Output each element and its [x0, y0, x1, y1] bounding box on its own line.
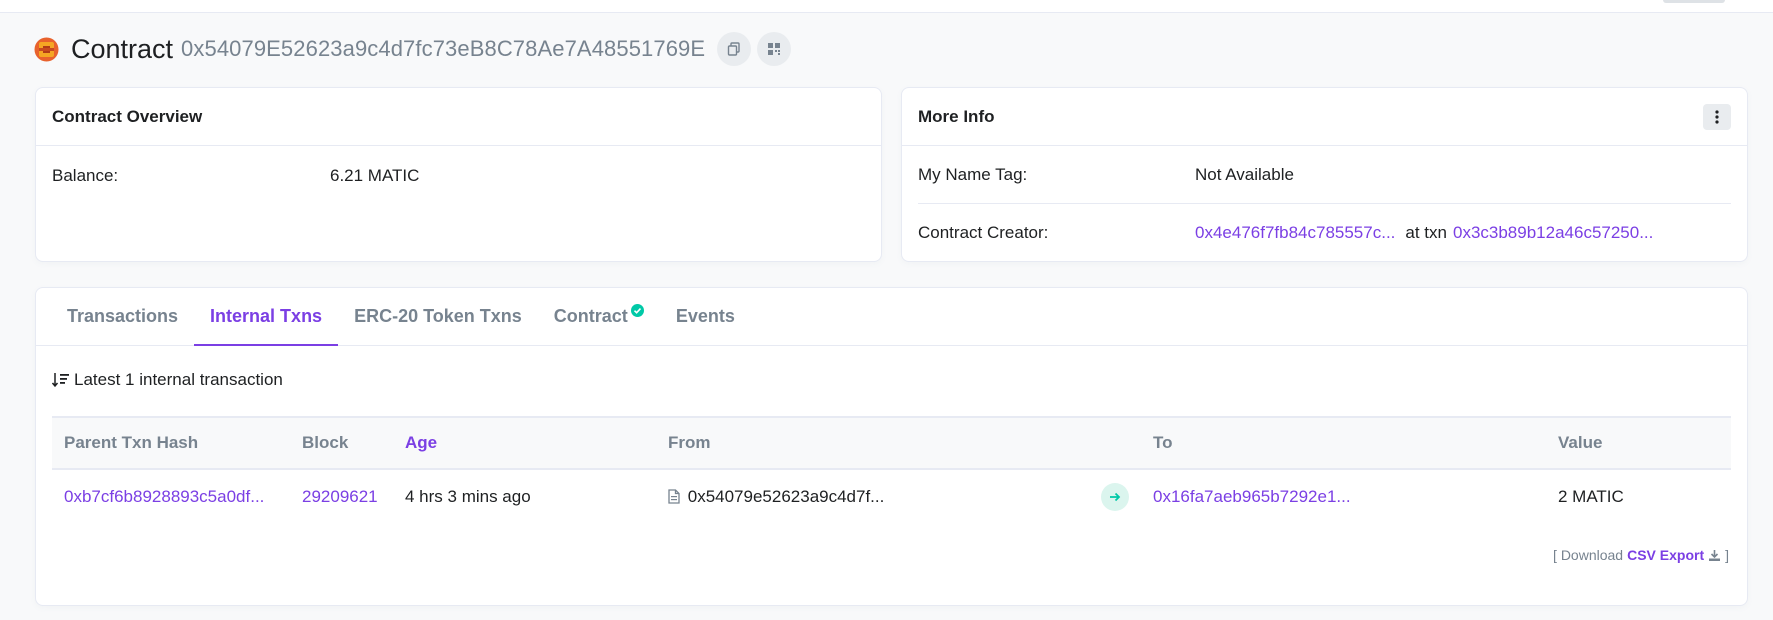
balance-value: 6.21 MATIC — [330, 166, 420, 185]
qr-code-button[interactable] — [757, 32, 792, 66]
card-title: More Info — [918, 106, 995, 126]
sort-descending-icon — [52, 373, 69, 388]
top-navbar — [0, 0, 1773, 13]
tab-label: Contract — [553, 306, 628, 326]
column-age[interactable]: Age — [393, 416, 656, 470]
column-to: To — [1141, 416, 1546, 470]
column-from: From — [656, 416, 1089, 470]
download-prefix: [ Download — [1553, 547, 1624, 563]
creator-txn-link[interactable]: 0x3c3b89b12a46c57250... — [1453, 223, 1653, 243]
creator-address-link[interactable]: 0x4e476f7fb84c785557c... — [1195, 223, 1395, 243]
parent-txn-hash-link[interactable]: 0xb7cf6b8928893c5a0df... — [64, 487, 264, 506]
direction-badge — [1101, 483, 1129, 511]
kebab-menu-icon — [1715, 109, 1719, 124]
table-row: 0xb7cf6b8928893c5a0df... 29209621 4 hrs … — [52, 469, 1731, 524]
table-header-row: Parent Txn Hash Block Age From To Value — [52, 416, 1731, 470]
download-icon — [1709, 549, 1721, 561]
from-address: 0x54079e52623a9c4d7f... — [687, 487, 885, 506]
contract-token-icon — [34, 37, 59, 61]
contract-creator-label: Contract Creator: — [918, 223, 1049, 242]
more-options-button[interactable] — [1703, 103, 1731, 130]
qr-code-icon — [768, 43, 781, 55]
balance-row: Balance: 6.21 MATIC — [36, 146, 881, 186]
internal-txns-table: Parent Txn Hash Block Age From To Value … — [52, 416, 1731, 524]
column-parent-txn-hash: Parent Txn Hash — [52, 416, 290, 470]
tab-events[interactable]: Events — [660, 288, 751, 345]
table-summary: Latest 1 internal transaction — [52, 370, 283, 390]
age-value: 4 hrs 3 mins ago — [405, 487, 531, 506]
name-tag-value: Not Available — [1195, 164, 1294, 184]
tab-label: Internal Txns — [210, 306, 323, 326]
arrow-right-icon — [1110, 492, 1121, 502]
check-circle-icon — [630, 304, 644, 317]
tab-erc20-token-txns[interactable]: ERC-20 Token Txns — [338, 288, 538, 345]
name-tag-label: My Name Tag: — [918, 164, 1028, 184]
card-title: Contract Overview — [52, 106, 203, 126]
tab-contract[interactable]: Contract — [538, 288, 660, 345]
file-icon — [668, 489, 680, 504]
tab-label: ERC-20 Token Txns — [354, 306, 522, 326]
copy-address-button[interactable] — [717, 32, 752, 66]
block-link[interactable]: 29209621 — [302, 487, 378, 506]
contract-creator-row: Contract Creator: 0x4e476f7fb84c785557c.… — [918, 204, 1731, 262]
transactions-card: Transactions Internal Txns ERC-20 Token … — [35, 287, 1748, 606]
page-title: Contract — [71, 33, 174, 64]
value-amount: 2 MATIC — [1558, 487, 1624, 506]
name-tag-row: My Name Tag: Not Available — [918, 146, 1731, 204]
tab-label: Transactions — [67, 306, 179, 326]
download-row: [ Download CSV Export ] — [1553, 547, 1729, 563]
tab-internal-txns[interactable]: Internal Txns — [194, 288, 339, 346]
column-block: Block — [290, 416, 393, 470]
copy-icon — [727, 42, 740, 56]
card-header: Contract Overview — [36, 88, 881, 146]
csv-export-link[interactable]: CSV Export — [1627, 547, 1704, 563]
card-header: More Info — [902, 88, 1747, 146]
tab-label: Events — [675, 306, 735, 326]
column-value: Value — [1546, 416, 1731, 470]
tab-transactions[interactable]: Transactions — [51, 288, 194, 345]
more-info-card: More Info My Name Tag: Not Available Con… — [901, 87, 1748, 262]
tab-bar: Transactions Internal Txns ERC-20 Token … — [36, 288, 1747, 346]
download-suffix: ] — [1725, 547, 1729, 563]
summary-text: Latest 1 internal transaction — [74, 370, 283, 389]
column-direction — [1089, 416, 1141, 470]
balance-label: Balance: — [52, 166, 119, 185]
at-txn-label: at txn — [1405, 223, 1447, 242]
navbar-edge — [1663, 0, 1725, 3]
to-address-link[interactable]: 0x16fa7aeb965b7292e1... — [1153, 487, 1351, 506]
contract-address: 0x54079E52623a9c4d7fc73eB8C78Ae7A4855176… — [181, 36, 706, 61]
contract-overview-card: Contract Overview Balance: 6.21 MATIC — [35, 87, 882, 262]
page-header: Contract 0x54079E52623a9c4d7fc73eB8C78Ae… — [34, 30, 797, 68]
